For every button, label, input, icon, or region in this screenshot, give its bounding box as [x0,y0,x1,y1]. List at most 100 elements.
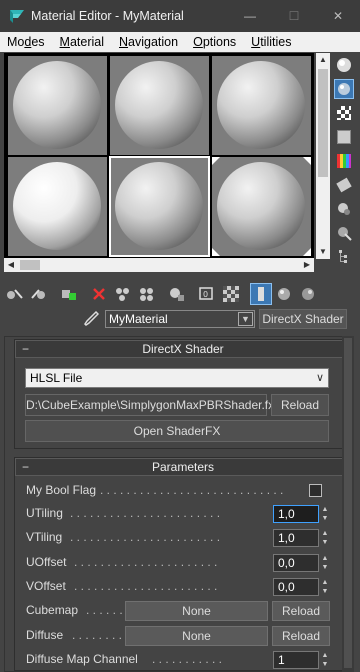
vtiling-spinner[interactable] [273,529,319,547]
shader-path-button[interactable]: D:\CubeExample\SimplygonMaxPBRShader.fx [25,394,274,416]
slots-horizontal-scrollbar[interactable]: ◀ ▶ [4,258,314,272]
menu-utilities[interactable]: Utilities [244,35,299,49]
make-unique-icon [116,288,129,301]
minimize-button[interactable]: — [228,0,272,32]
go-forward-to-sibling-button[interactable] [298,283,320,305]
utiling-spinner-arrows[interactable]: ▲ ▼ [320,505,330,523]
vtiling-spinner-arrows[interactable]: ▲ ▼ [320,529,330,547]
param-label: My Bool Flag [26,483,97,497]
voffset-spinner-arrows[interactable]: ▲ ▼ [320,578,330,596]
vtiling-input[interactable] [274,530,318,546]
backlight-button[interactable] [334,79,354,99]
close-button[interactable]: ✕ [316,0,360,32]
my-bool-flag-checkbox[interactable] [309,484,322,497]
maximize-icon: ☐ [288,9,300,23]
utiling-spinner[interactable] [273,505,319,523]
spinner-up-icon[interactable]: ▲ [320,578,330,587]
open-shaderfx-button[interactable]: Open ShaderFX [25,420,329,442]
menu-modes[interactable]: Modes [0,35,53,49]
material-map-navigator-button[interactable] [334,247,354,267]
cubemap-map-button[interactable]: None [125,601,268,621]
scroll-thumb[interactable] [344,338,352,668]
spinner-down-icon[interactable]: ▼ [320,514,330,523]
material-name-input[interactable] [106,311,236,327]
material-name-combo[interactable]: ▼ [105,310,255,328]
uoffset-spinner-arrows[interactable]: ▲ ▼ [320,554,330,572]
scroll-thumb[interactable] [20,260,40,270]
spinner-up-icon[interactable]: ▲ [320,554,330,563]
checker-icon [223,286,239,302]
sample-slot-4[interactable] [8,157,107,256]
sample-slot-3[interactable] [212,56,311,155]
cubemap-reload-button[interactable]: Reload [272,601,330,621]
scroll-right-icon[interactable]: ▶ [300,258,314,272]
spinner-down-icon[interactable]: ▼ [320,660,330,669]
sample-slot-2[interactable] [110,56,209,155]
select-by-material-button[interactable] [334,223,354,243]
color-bars-icon [337,154,351,168]
chevron-down-icon[interactable]: ▼ [238,312,253,326]
voffset-input[interactable] [274,579,318,595]
sample-slot-5-selected[interactable] [109,156,210,257]
go-sibling-icon [302,288,314,300]
reset-map-button[interactable] [88,283,110,305]
uoffset-spinner[interactable] [273,554,319,572]
diffuse-map-channel-input[interactable] [274,652,318,668]
spinner-down-icon[interactable]: ▼ [320,538,330,547]
scroll-up-icon[interactable]: ▲ [316,53,330,67]
scroll-thumb[interactable] [318,69,328,177]
options-button[interactable] [334,199,354,219]
param-diffuse-map-channel: Diffuse Map Channel . . . . . . . . . . … [26,650,336,670]
voffset-spinner[interactable] [273,578,319,596]
panel-title: Parameters [151,460,215,474]
material-type-button[interactable]: DirectX Shader [259,309,347,329]
maximize-button[interactable]: ☐ [272,0,316,32]
diffuse-map-button[interactable]: None [125,626,268,646]
backlight-icon [338,83,350,95]
spinner-up-icon[interactable]: ▲ [320,529,330,538]
param-dots: . . . . . . . . [72,628,123,642]
menu-material[interactable]: Material [53,35,112,49]
sample-slot-6[interactable] [212,157,311,256]
param-label: UOffset [26,555,67,569]
reload-shader-button[interactable]: Reload [271,394,329,416]
menu-navigation[interactable]: Navigation [112,35,186,49]
video-color-check-button[interactable] [334,151,354,171]
diffuse-reload-button[interactable]: Reload [272,626,330,646]
parameters-header[interactable]: − Parameters [15,458,351,476]
make-preview-button[interactable] [334,175,354,195]
show-map-in-viewport-button[interactable]: 0 [196,283,218,305]
menu-options[interactable]: Options [186,35,244,49]
sample-slot-1[interactable] [8,56,107,155]
spinner-up-icon[interactable]: ▲ [320,505,330,514]
sample-uv-tiling-button[interactable] [334,127,354,147]
put-to-scene-button[interactable] [28,283,50,305]
go-to-parent-button[interactable] [274,283,296,305]
sphere-preview-icon [115,61,203,149]
file-type-dropdown[interactable]: HLSL File ∨ [25,368,329,388]
put-to-library-button[interactable] [136,283,158,305]
show-end-result-toggle[interactable] [250,283,272,305]
sample-type-button[interactable] [334,55,354,75]
diffuse-map-channel-spinner-arrows[interactable]: ▲ ▼ [320,651,330,669]
spinner-down-icon[interactable]: ▼ [320,563,330,572]
slots-vertical-scrollbar[interactable]: ▲ ▼ [316,53,330,259]
material-id-channel-button[interactable] [166,283,188,305]
uoffset-input[interactable] [274,555,318,571]
spinner-up-icon[interactable]: ▲ [320,651,330,660]
make-unique-button[interactable] [112,283,134,305]
directx-shader-header[interactable]: − DirectX Shader [15,340,351,358]
scroll-left-icon[interactable]: ◀ [4,258,18,272]
rollout-scrollbar[interactable] [342,336,354,672]
assign-to-selection-button[interactable] [58,283,80,305]
background-button[interactable] [334,103,354,123]
spinner-down-icon[interactable]: ▼ [320,587,330,596]
utiling-input[interactable] [274,506,318,522]
get-material-button[interactable] [4,283,26,305]
eyedropper-icon[interactable] [83,310,99,328]
param-utiling: UTiling . . . . . . . . . . . . . . . . … [26,504,336,524]
diffuse-map-channel-spinner[interactable] [273,651,319,669]
scroll-down-icon[interactable]: ▼ [316,245,330,259]
show-end-result-button[interactable] [220,283,242,305]
param-label: Cubemap [26,603,79,617]
